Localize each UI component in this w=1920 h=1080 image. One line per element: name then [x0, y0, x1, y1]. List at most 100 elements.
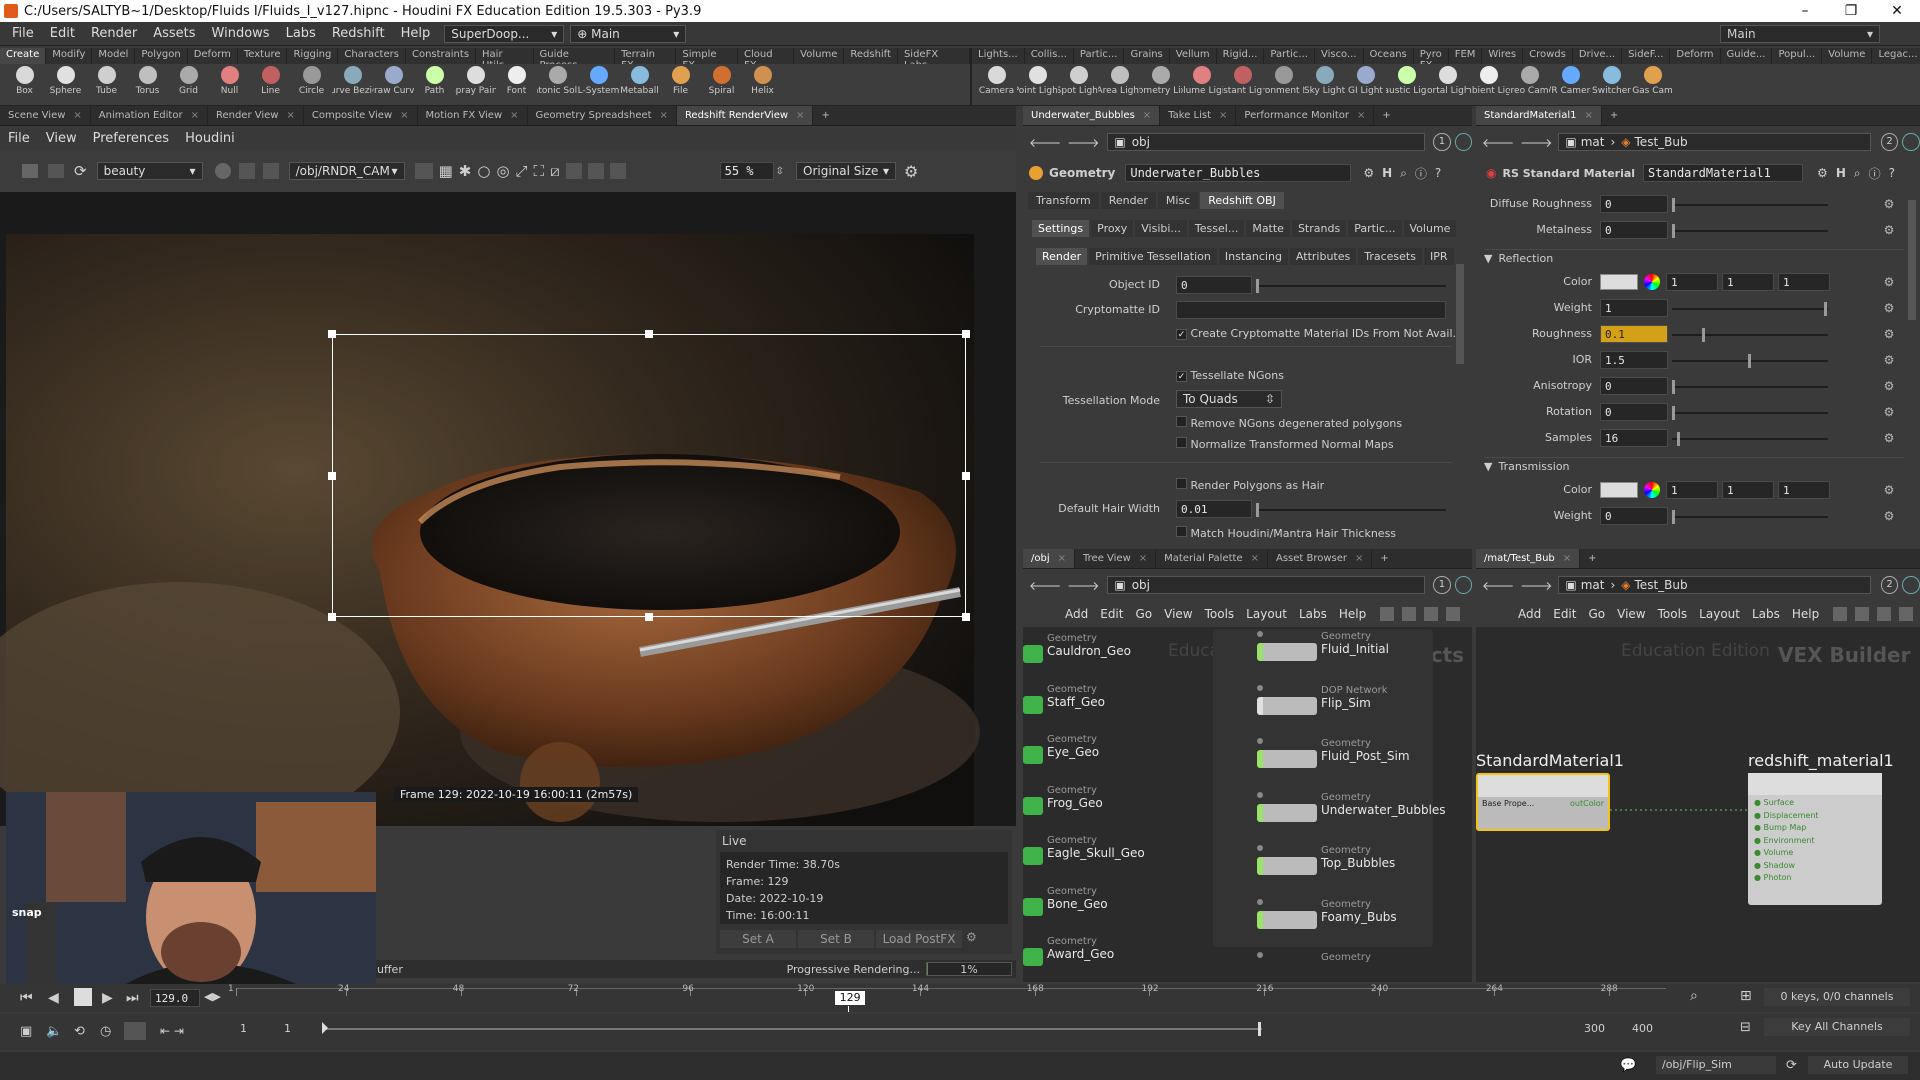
- shelf-tab[interactable]: Guide...: [1721, 48, 1773, 64]
- slider-knob[interactable]: [1824, 302, 1827, 316]
- tab-obj[interactable]: /obj ×: [1023, 549, 1076, 568]
- close-tab-icon[interactable]: ×: [796, 110, 804, 121]
- shelf-tool-point-light[interactable]: Point Light: [1017, 64, 1058, 105]
- gear-icon[interactable]: ⚙: [1882, 327, 1896, 341]
- close-button[interactable]: ✕: [1874, 3, 1920, 19]
- settings-gear-icon[interactable]: ⚙: [904, 162, 918, 181]
- gear-icon[interactable]: ⚙: [1882, 483, 1896, 497]
- render-canvas[interactable]: Frame 129: 2022-10-19 16:00:11 (2m57s): [0, 192, 1016, 826]
- shelf-tab[interactable]: Rigging: [287, 48, 339, 64]
- tab-render[interactable]: Render: [1100, 192, 1156, 209]
- minimize-button[interactable]: –: [1782, 3, 1828, 19]
- shelf-tab[interactable]: Rigid...: [1217, 48, 1265, 64]
- network-menu-view[interactable]: View: [1611, 607, 1651, 621]
- tab-settings[interactable]: Settings: [1032, 220, 1090, 237]
- info-icon[interactable]: ⓘ: [1869, 165, 1881, 182]
- close-tab-icon[interactable]: ×: [1357, 110, 1365, 121]
- color-wheel-icon[interactable]: [1644, 482, 1660, 498]
- gear-icon[interactable]: ⚙: [1882, 405, 1896, 419]
- tab-mat-test-bub[interactable]: /mat/Test_Bub ×: [1476, 549, 1581, 568]
- shelf-tab[interactable]: Pyro FX: [1414, 48, 1449, 71]
- viewer-menu-file[interactable]: File: [0, 131, 38, 146]
- tab-render-view[interactable]: Render View ×: [208, 106, 304, 125]
- key-all-icon[interactable]: ⊟: [1740, 1020, 1751, 1035]
- back-arrow-icon[interactable]: 🡐: [1029, 578, 1061, 593]
- link-icon[interactable]: [1902, 576, 1920, 594]
- input-port-surface[interactable]: ● Surface: [1754, 797, 1876, 810]
- menu-windows[interactable]: Windows: [204, 26, 278, 41]
- network-menu-labs[interactable]: Labs: [1746, 607, 1786, 621]
- snowflake-icon[interactable]: ✱: [459, 162, 472, 180]
- input-port-photon[interactable]: ● Photon: [1754, 872, 1876, 885]
- network-menu-add[interactable]: Add: [1059, 607, 1094, 621]
- shelf-tool-draw-curve[interactable]: Draw Curve: [373, 64, 414, 105]
- shelf-tool-ambient-light[interactable]: Ambient Light: [1468, 64, 1509, 105]
- close-tab-icon[interactable]: ×: [73, 110, 81, 121]
- network-menu-view[interactable]: View: [1158, 607, 1198, 621]
- range-start-handle[interactable]: [322, 1022, 328, 1034]
- param-slider[interactable]: [1672, 432, 1828, 446]
- node-fluid-post-sim[interactable]: Geometry Fluid_Post_Sim: [1233, 738, 1433, 772]
- skip-end-icon[interactable]: ⏭: [126, 990, 139, 1006]
- region-handle[interactable]: [645, 330, 653, 338]
- close-tab-icon[interactable]: ×: [1563, 553, 1571, 564]
- range-end-handle[interactable]: [1258, 1022, 1261, 1036]
- shelf-tab[interactable]: Cloud FX: [738, 48, 795, 71]
- param-slider[interactable]: [1672, 380, 1828, 394]
- render-region-box[interactable]: [332, 334, 966, 617]
- rgb-field[interactable]: 1: [1778, 481, 1830, 499]
- shelf-tool-circle[interactable]: Circle: [291, 64, 332, 105]
- set-a-button[interactable]: Set A: [720, 930, 796, 948]
- slider-knob[interactable]: [1672, 380, 1675, 394]
- desk-select[interactable]: ⊕ Main ▾: [570, 24, 687, 43]
- crop-icon[interactable]: [414, 163, 433, 179]
- standard-material-node[interactable]: Base Prope... outColor: [1476, 773, 1610, 831]
- add-tab-button[interactable]: +: [813, 106, 837, 125]
- realtime-icon[interactable]: ◷: [100, 1024, 111, 1039]
- shelf-tab[interactable]: Wires: [1482, 48, 1524, 64]
- add-snapshot-icon[interactable]: [587, 163, 604, 179]
- close-tab-icon[interactable]: ×: [1143, 110, 1151, 121]
- tab-matte[interactable]: Matte: [1246, 220, 1290, 237]
- tab-composite-view[interactable]: Composite View ×: [304, 106, 418, 125]
- param-field[interactable]: 0: [1600, 195, 1668, 213]
- focus-icon[interactable]: ◎: [496, 162, 509, 180]
- forward-arrow-icon[interactable]: 🡒: [1067, 135, 1099, 150]
- shelf-tool-environment-light[interactable]: Environment Light: [1263, 64, 1304, 105]
- shelf-tab[interactable]: Grains: [1124, 48, 1170, 64]
- close-tab-icon[interactable]: ×: [1251, 553, 1259, 564]
- shelf-tab[interactable]: Partic...: [1074, 48, 1125, 64]
- param-field[interactable]: 0: [1600, 507, 1668, 525]
- rgb-field[interactable]: 1: [1778, 273, 1830, 291]
- tab-particles[interactable]: Partic...: [1348, 220, 1402, 237]
- param-field[interactable]: 0: [1600, 403, 1668, 421]
- shelf-tool-switcher[interactable]: Switcher: [1591, 64, 1632, 105]
- gear-icon[interactable]: ⚙: [1882, 353, 1896, 367]
- param-slider[interactable]: [1672, 354, 1828, 368]
- shelf-tool-gi-light[interactable]: GI Light: [1345, 64, 1386, 105]
- remove-ngons-checkbox[interactable]: [1176, 416, 1187, 427]
- rgb-field[interactable]: 1: [1666, 273, 1718, 291]
- shelf-tab[interactable]: Redshift: [844, 48, 898, 64]
- size-mode-select[interactable]: Original Size ▾: [796, 162, 896, 180]
- forward-arrow-icon[interactable]: 🡒: [1067, 578, 1099, 593]
- shelf-tab[interactable]: Vellum: [1170, 48, 1217, 64]
- slider-knob[interactable]: [1672, 198, 1675, 212]
- redshift-material-node[interactable]: ● Surface ● Displacement ● Bump Map ● Envir…: [1748, 773, 1882, 905]
- camera-icon[interactable]: ▣: [20, 1024, 32, 1039]
- add-tab-button[interactable]: +: [1374, 106, 1398, 125]
- tab-asset-browser[interactable]: Asset Browser ×: [1268, 549, 1373, 568]
- shelf-tab[interactable]: SideFX Labs: [898, 48, 970, 71]
- expand-icon[interactable]: ⛶: [534, 162, 545, 180]
- menu-render[interactable]: Render: [83, 26, 145, 41]
- shelf-tab[interactable]: Legac...: [1872, 48, 1920, 64]
- slider-knob[interactable]: [1672, 510, 1675, 524]
- split-icon[interactable]: ⧄: [550, 162, 560, 180]
- node-name-field[interactable]: Underwater_Bubbles: [1125, 164, 1352, 182]
- refresh-icon[interactable]: ⟳: [1786, 1058, 1797, 1073]
- close-tab-icon[interactable]: ×: [1355, 553, 1363, 564]
- refresh-icon[interactable]: ⟳: [74, 162, 87, 180]
- match-hair-checkbox[interactable]: [1176, 526, 1187, 537]
- hair-width-field[interactable]: 0.01: [1176, 500, 1252, 518]
- gear-icon[interactable]: ⚙: [1882, 509, 1896, 523]
